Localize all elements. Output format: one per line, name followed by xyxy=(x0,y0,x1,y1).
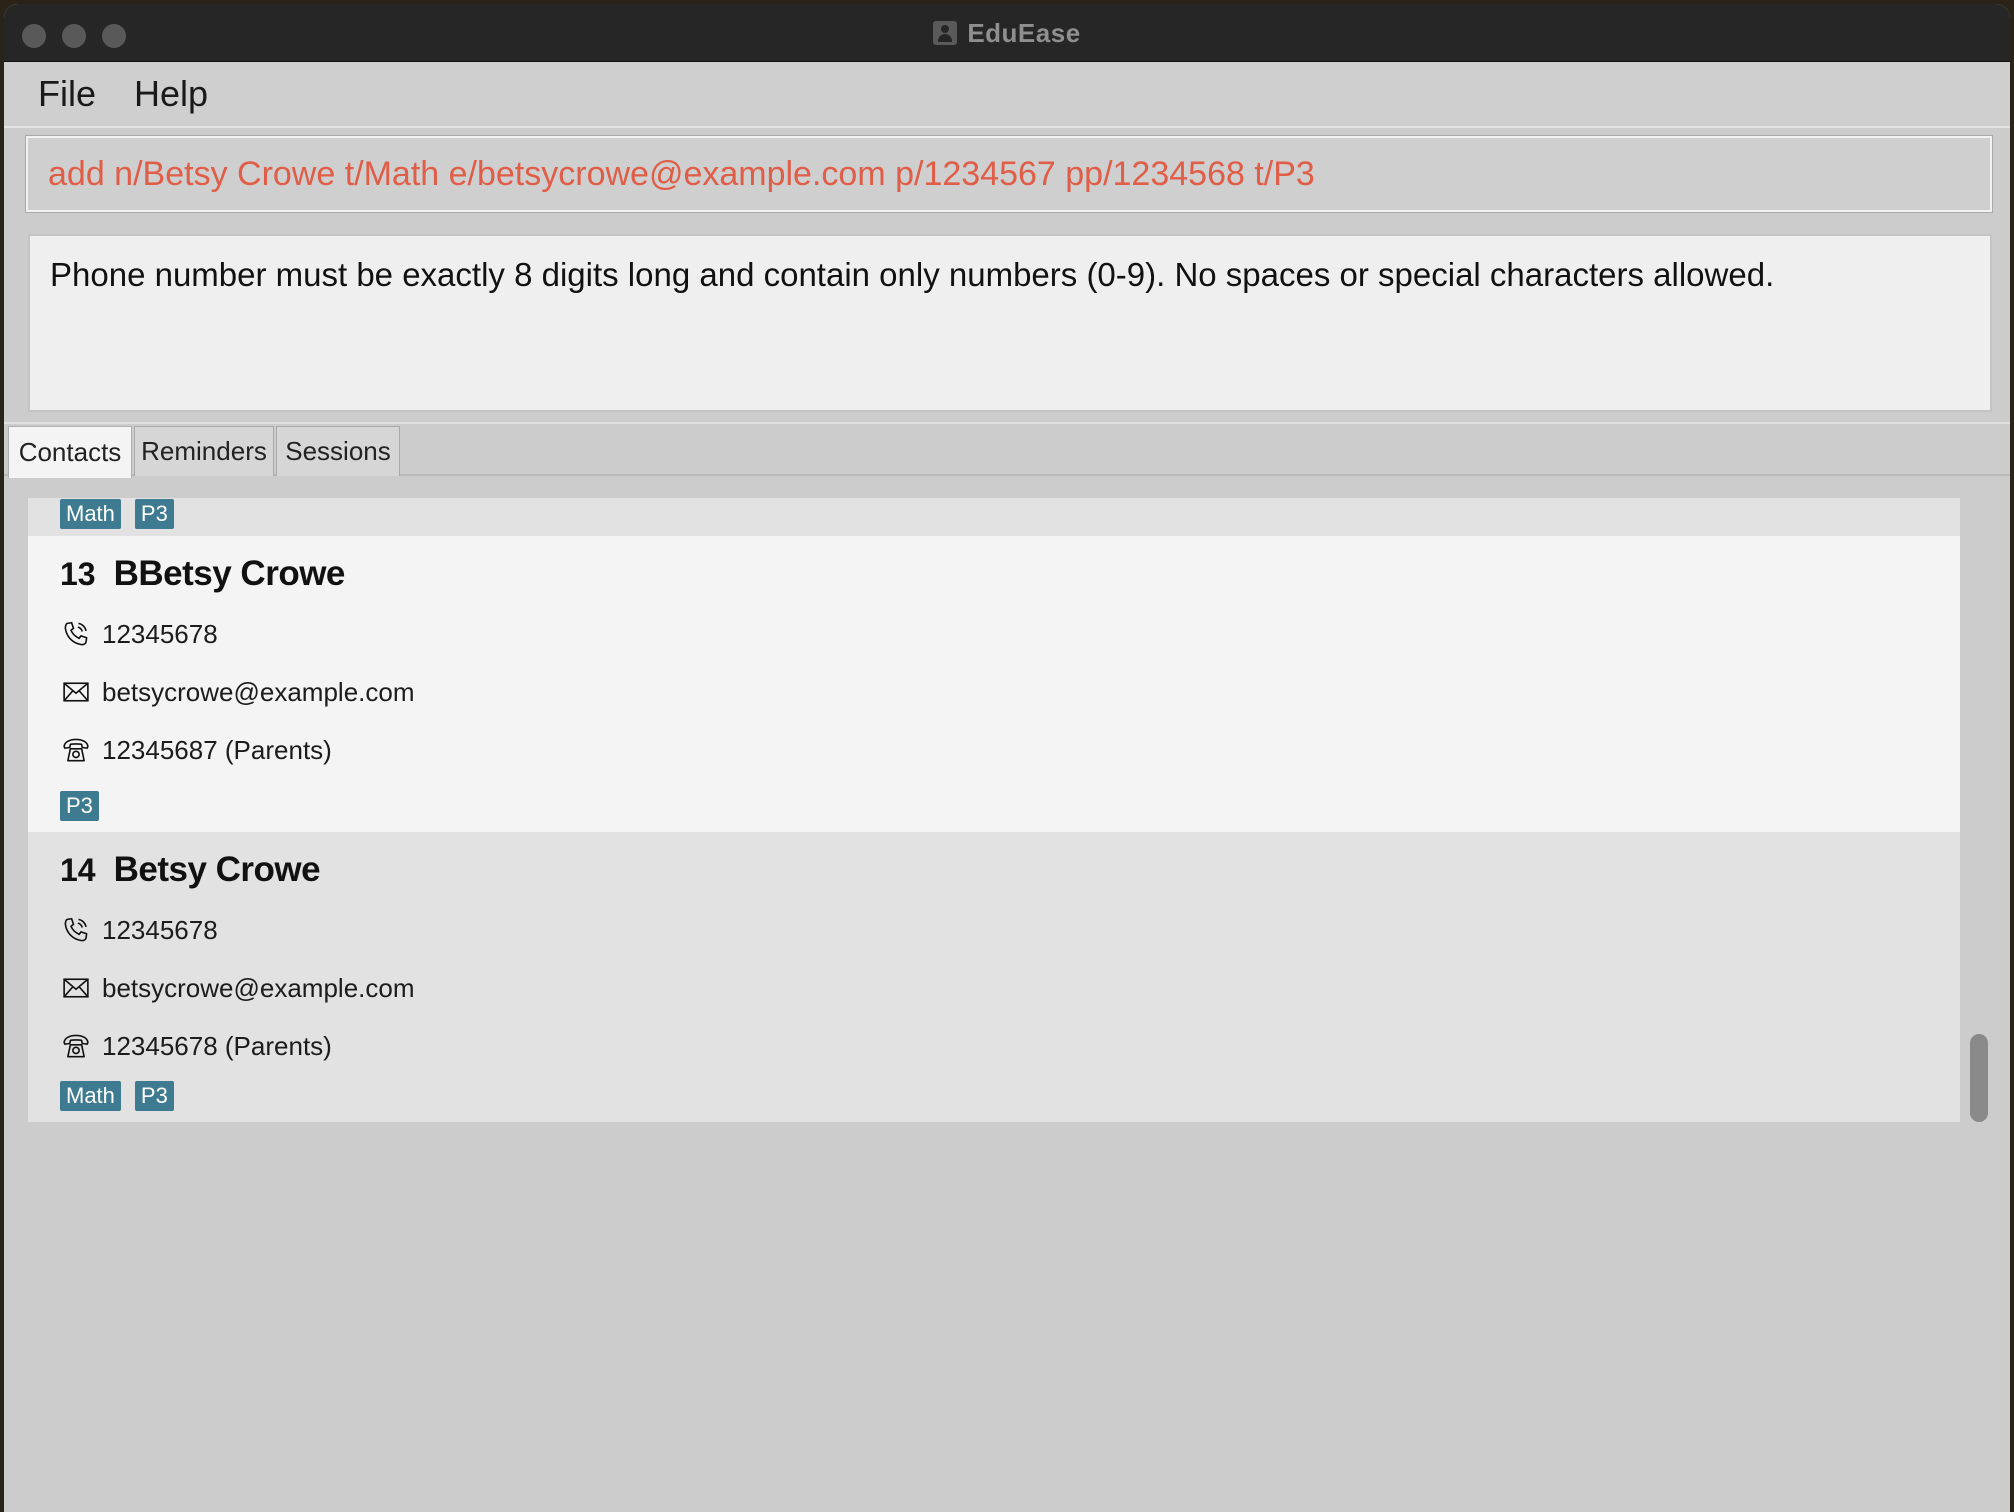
result-message: Phone number must be exactly 8 digits lo… xyxy=(50,256,1775,293)
contact-header: 14 Betsy Crowe xyxy=(60,850,321,890)
contact-index: 14 xyxy=(60,852,96,888)
email-value: betsycrowe@example.com xyxy=(102,676,415,707)
tag: Math xyxy=(60,499,121,529)
contact-header: 13 BBetsy Crowe xyxy=(60,554,345,594)
contact-name: Betsy Crowe xyxy=(113,850,321,889)
contact-card[interactable]: 14 Betsy Crowe 12345678 betsycrowe@examp… xyxy=(28,832,1960,1122)
phone-value: 12345678 xyxy=(102,914,218,945)
tab-reminders[interactable]: Reminders xyxy=(134,426,274,476)
envelope-icon xyxy=(60,676,92,708)
tag: Math xyxy=(60,1081,121,1111)
tab-bar: Contacts Reminders Sessions xyxy=(4,424,2010,478)
contact-list-scrollbar[interactable] xyxy=(1970,498,1990,1128)
tag: P3 xyxy=(60,791,99,821)
tag-list: Math P3 xyxy=(60,1081,174,1111)
tag: P3 xyxy=(134,1081,174,1111)
phone-icon xyxy=(60,914,92,946)
phone-value: 12345678 xyxy=(102,618,218,649)
menu-bar: File Help xyxy=(4,62,2010,128)
tab-sessions[interactable]: Sessions xyxy=(276,426,400,476)
command-input[interactable] xyxy=(28,138,1990,210)
phone-icon xyxy=(60,618,92,650)
contact-parent-phone: 12345687 (Parents) xyxy=(60,734,332,766)
tab-contacts[interactable]: Contacts xyxy=(8,426,132,478)
telephone-icon xyxy=(60,1030,92,1062)
menu-file[interactable]: File xyxy=(38,73,96,115)
contact-phone: 12345678 xyxy=(60,914,218,946)
contact-email: betsycrowe@example.com xyxy=(60,972,415,1004)
contact-email: betsycrowe@example.com xyxy=(60,676,415,708)
tag-list: Math P3 xyxy=(60,499,174,529)
result-display[interactable]: Phone number must be exactly 8 digits lo… xyxy=(28,234,1992,412)
contact-index: 13 xyxy=(60,556,96,592)
tag: P3 xyxy=(134,499,174,529)
telephone-icon xyxy=(60,734,92,766)
contact-name: BBetsy Crowe xyxy=(113,554,346,593)
command-box xyxy=(25,135,1993,213)
contact-list[interactable]: Math P3 13 BBetsy Crowe 12345678 betsycr… xyxy=(28,498,1960,1128)
contact-card-partial[interactable]: Math P3 xyxy=(28,498,1960,536)
app-window: EduEase File Help Phone number must be e… xyxy=(4,4,2010,1512)
parent-phone-value: 12345687 (Parents) xyxy=(102,734,332,765)
window-title: EduEase xyxy=(967,17,1081,48)
envelope-icon xyxy=(60,972,92,1004)
parent-phone-value: 12345678 (Parents) xyxy=(102,1030,332,1061)
tag-list: P3 xyxy=(60,791,99,821)
contact-book-icon xyxy=(933,21,958,45)
contact-card[interactable]: 13 BBetsy Crowe 12345678 betsycrowe@exam… xyxy=(28,536,1960,832)
contact-phone: 12345678 xyxy=(60,618,218,650)
scrollbar-thumb[interactable] xyxy=(1970,1034,1988,1122)
title-bar[interactable]: EduEase xyxy=(4,4,2010,62)
contact-parent-phone: 12345678 (Parents) xyxy=(60,1030,332,1062)
menu-help[interactable]: Help xyxy=(134,73,208,115)
email-value: betsycrowe@example.com xyxy=(102,972,415,1003)
